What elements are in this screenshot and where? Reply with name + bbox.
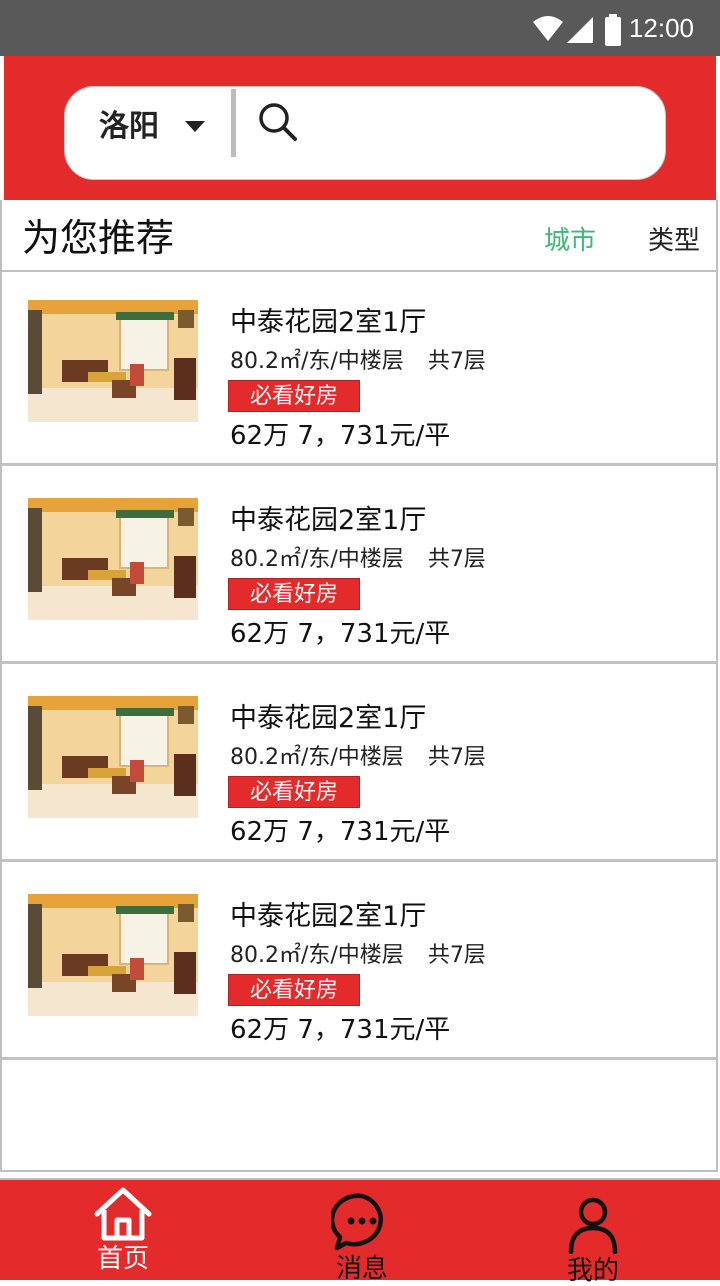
listing-title: 中泰花园2室1厅 [230, 703, 427, 734]
nav-messages[interactable]: 消息 [282, 1180, 442, 1284]
search-bar: 洛阳 [64, 86, 666, 180]
listing-list: 中泰花园2室1厅 80.2㎡/东/中楼层 共7层 必看好房 62万 7，731元/… [0, 272, 718, 1172]
room-photo [28, 894, 198, 1016]
listing-area-orientation: 80.2㎡/东/中楼层 [230, 943, 404, 968]
listing-info: 80.2㎡/东/中楼层 共7层 [230, 348, 486, 376]
listing-info: 80.2㎡/东/中楼层 共7层 [230, 546, 486, 574]
city-selector[interactable]: 洛阳 [99, 109, 159, 145]
listing-area-orientation: 80.2㎡/东/中楼层 [230, 547, 404, 572]
section-title: 为您推荐 [22, 216, 175, 260]
nav-profile-label: 我的 [566, 1256, 619, 1286]
listing-title: 中泰花园2室1厅 [230, 901, 427, 932]
listing-item[interactable]: 中泰花园2室1厅 80.2㎡/东/中楼层 共7层 必看好房 62万 7，731元/… [2, 668, 716, 862]
listing-info: 80.2㎡/东/中楼层 共7层 [230, 942, 486, 970]
listing-price: 62万 7，731元/平 [230, 619, 451, 649]
search-icon[interactable] [257, 101, 299, 143]
signal-icon [567, 17, 593, 43]
wifi-icon [533, 16, 563, 41]
recommend-section-header: 为您推荐 城市 类型 [0, 200, 718, 272]
filter-city-tab[interactable]: 城市 [544, 226, 596, 256]
bottom-nav: 首页 消息 我的 [0, 1178, 720, 1286]
listing-floors: 共7层 [427, 547, 486, 572]
caret-down-icon[interactable] [185, 121, 205, 132]
nav-profile[interactable]: 我的 [513, 1180, 673, 1286]
status-bar: 12:00 [0, 0, 720, 56]
listing-floors: 共7层 [427, 745, 486, 770]
listing-title: 中泰花园2室1厅 [230, 307, 427, 338]
listing-floors: 共7层 [427, 349, 486, 374]
nav-home-label: 首页 [96, 1244, 149, 1274]
listing-item[interactable]: 中泰花园2室1厅 80.2㎡/东/中楼层 共7层 必看好房 62万 7，731元/… [2, 272, 716, 466]
nav-home[interactable]: 首页 [43, 1180, 203, 1282]
listing-badge: 必看好房 [228, 380, 360, 412]
listing-badge: 必看好房 [228, 776, 360, 808]
user-icon [568, 1197, 618, 1254]
listing-floors: 共7层 [427, 943, 486, 968]
chat-bubble-icon [331, 1193, 383, 1251]
room-photo [28, 498, 198, 620]
listing-item[interactable]: 中泰花园2室1厅 80.2㎡/东/中楼层 共7层 必看好房 62万 7，731元/… [2, 470, 716, 664]
listing-title: 中泰花园2室1厅 [230, 505, 427, 536]
search-input[interactable] [305, 101, 649, 147]
search-divider [231, 89, 236, 157]
listing-price: 62万 7，731元/平 [230, 817, 451, 847]
filter-type-tab[interactable]: 类型 [648, 226, 700, 256]
listing-badge: 必看好房 [228, 578, 360, 610]
search-header: 洛阳 [4, 56, 716, 200]
clock: 12:00 [628, 13, 694, 43]
listing-price: 62万 7，731元/平 [230, 1015, 451, 1045]
listing-area-orientation: 80.2㎡/东/中楼层 [230, 745, 404, 770]
room-photo [28, 300, 198, 422]
listing-badge: 必看好房 [228, 974, 360, 1006]
listing-area-orientation: 80.2㎡/东/中楼层 [230, 349, 404, 374]
battery-icon [605, 14, 621, 46]
listing-item[interactable]: 中泰花园2室1厅 80.2㎡/东/中楼层 共7层 必看好房 62万 7，731元/… [2, 866, 716, 1060]
room-photo [28, 696, 198, 818]
home-icon [94, 1187, 152, 1241]
listing-price: 62万 7，731元/平 [230, 421, 451, 451]
listing-info: 80.2㎡/东/中楼层 共7层 [230, 744, 486, 772]
